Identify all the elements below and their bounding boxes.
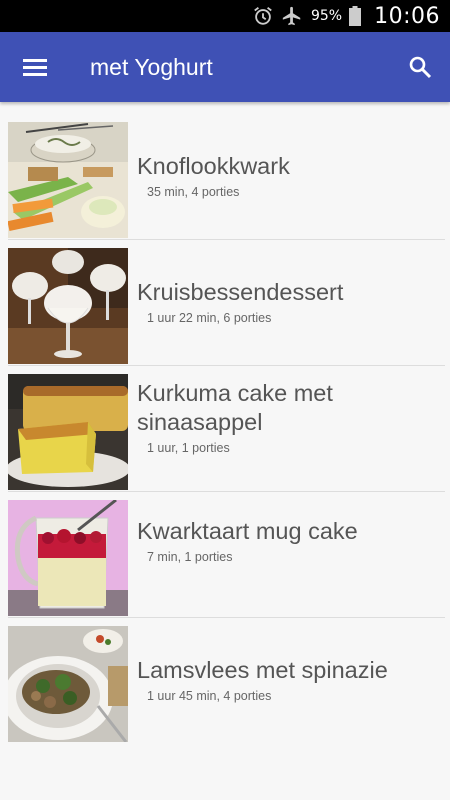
recipe-item-kurkuma-cake[interactable]: Kurkuma cake met sinaasappel 1 uur, 1 po… [0,354,450,492]
status-clock: 10:06 [374,3,440,29]
recipe-item-kwarktaart-mug-cake[interactable]: Kwarktaart mug cake 7 min, 1 porties [0,480,450,618]
battery-percentage: 95% [310,8,343,24]
status-bar: 95% 10:06 [0,0,450,32]
recipe-name: Knoflookkwark [137,153,290,179]
alarm-icon [252,5,274,27]
recipe-name: Kruisbessendessert [137,279,344,305]
hamburger-menu-icon [23,59,47,76]
battery-icon [349,6,362,26]
recipe-image [8,248,128,364]
recipe-name: Kurkuma cake met sinaasappel [137,380,333,435]
search-icon [409,56,432,79]
app-bar: met Yoghurt [0,32,450,102]
page-title: met Yoghurt [90,53,213,80]
recipe-image [8,374,128,490]
recipe-meta: 1 uur 22 min, 6 porties [147,311,272,325]
recipe-item-kruisbessendessert[interactable]: Kruisbessendessert 1 uur 22 min, 6 porti… [0,228,450,366]
recipe-meta: 1 uur, 1 porties [147,441,230,455]
airplane-mode-icon [281,5,303,27]
search-button[interactable] [390,32,450,102]
recipe-image [8,626,128,742]
recipe-name: Lamsvlees met spinazie [137,657,388,683]
recipe-item-lamsvlees-met-spinazie[interactable]: Lamsvlees met spinazie 1 uur 45 min, 4 p… [0,606,450,742]
recipe-meta: 1 uur 45 min, 4 porties [147,689,272,703]
recipe-item-knoflookkwark[interactable]: Knoflookkwark 35 min, 4 porties [0,102,450,240]
recipe-meta: 7 min, 1 porties [147,550,233,564]
recipe-image [8,122,128,238]
recipe-name: Kwarktaart mug cake [137,518,358,544]
recipe-meta: 35 min, 4 porties [147,185,240,199]
recipe-image [8,500,128,616]
menu-button[interactable] [0,32,70,102]
